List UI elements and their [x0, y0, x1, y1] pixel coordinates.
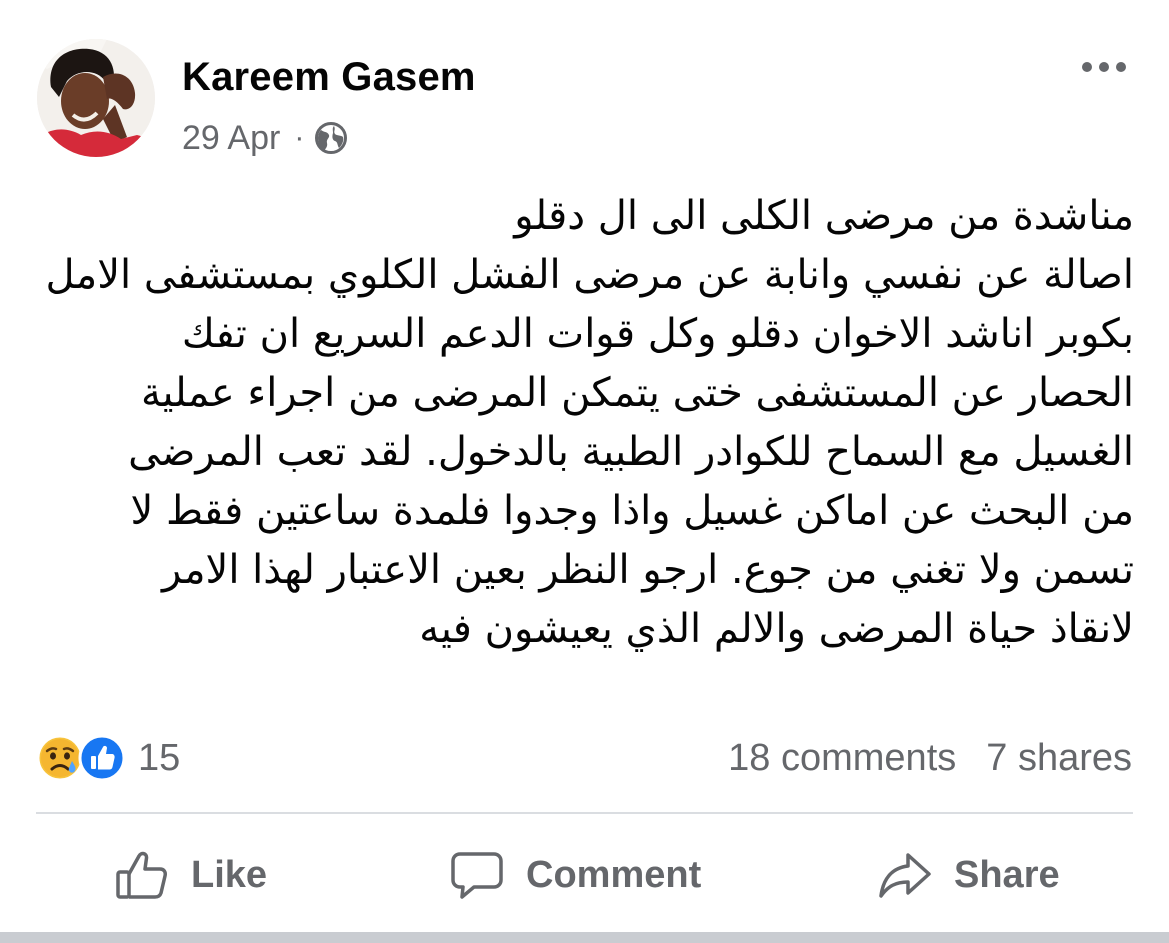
like-button[interactable]: Like: [115, 845, 267, 905]
feed-separator: [0, 932, 1169, 943]
post-date[interactable]: 29 Apr: [182, 119, 280, 158]
comment-label: Comment: [526, 853, 702, 896]
author-name[interactable]: Kareem Gasem: [182, 55, 476, 100]
share-arrow-icon: [879, 853, 931, 898]
share-label: Share: [954, 853, 1060, 896]
sad-tear-reaction-icon: [36, 734, 84, 782]
reactions-summary[interactable]: 15: [36, 733, 180, 783]
post-text-line: لانقاذ حياة المرضى والالم الذي يعيشون في…: [419, 606, 1134, 652]
globe-icon: [315, 122, 348, 154]
post-text-line: بكوبر اناشد الاخوان دقلو وكل قوات الدعم …: [181, 311, 1134, 357]
more-dots-icon: [1082, 62, 1092, 72]
like-label: Like: [191, 853, 268, 896]
avatar-photo: [37, 39, 155, 157]
meta-separator: ·: [294, 121, 305, 154]
post-text-line: اصالة عن نفسي وانابة عن مرضى الفشل الكلو…: [45, 252, 1134, 298]
comments-count[interactable]: 18 comments: [728, 737, 956, 780]
thumbs-up-icon: [116, 851, 167, 899]
post-meta: 29 Apr ·: [182, 118, 348, 158]
author-avatar[interactable]: [37, 39, 155, 157]
post-text-line: الغسيل مع السماح للكوادر الطبية بالدخول.…: [128, 429, 1134, 475]
post-text-line: مناشدة من مرضى الكلى الى ال دقلو: [514, 193, 1134, 239]
like-reaction-icon: [78, 734, 126, 782]
comment-button[interactable]: Comment: [450, 845, 701, 905]
post-text-line: الحصار عن المستشفى ختى يتمكن المرضى من ا…: [140, 370, 1134, 416]
facebook-post: Kareem Gasem 29 Apr · مناشدة من مرضى الك…: [0, 0, 1169, 932]
more-options-button[interactable]: [1072, 52, 1136, 82]
post-text-line: من البحث عن اماكن غسيل واذا وجدوا فلمدة …: [130, 488, 1134, 534]
shares-count[interactable]: 7 shares: [986, 737, 1132, 780]
share-button[interactable]: Share: [878, 845, 1060, 905]
divider: [36, 812, 1133, 814]
comment-bubble-icon: [451, 852, 503, 899]
engagement-stats: 18 comments 7 shares: [728, 733, 1132, 783]
post-text-line: تسمن ولا تغني من جوع. ارجو النظر بعين ال…: [162, 547, 1134, 593]
reaction-count: 15: [138, 736, 181, 779]
post-text: مناشدة من مرضى الكلى الى ال دقلو اصالة ع…: [40, 187, 1134, 659]
